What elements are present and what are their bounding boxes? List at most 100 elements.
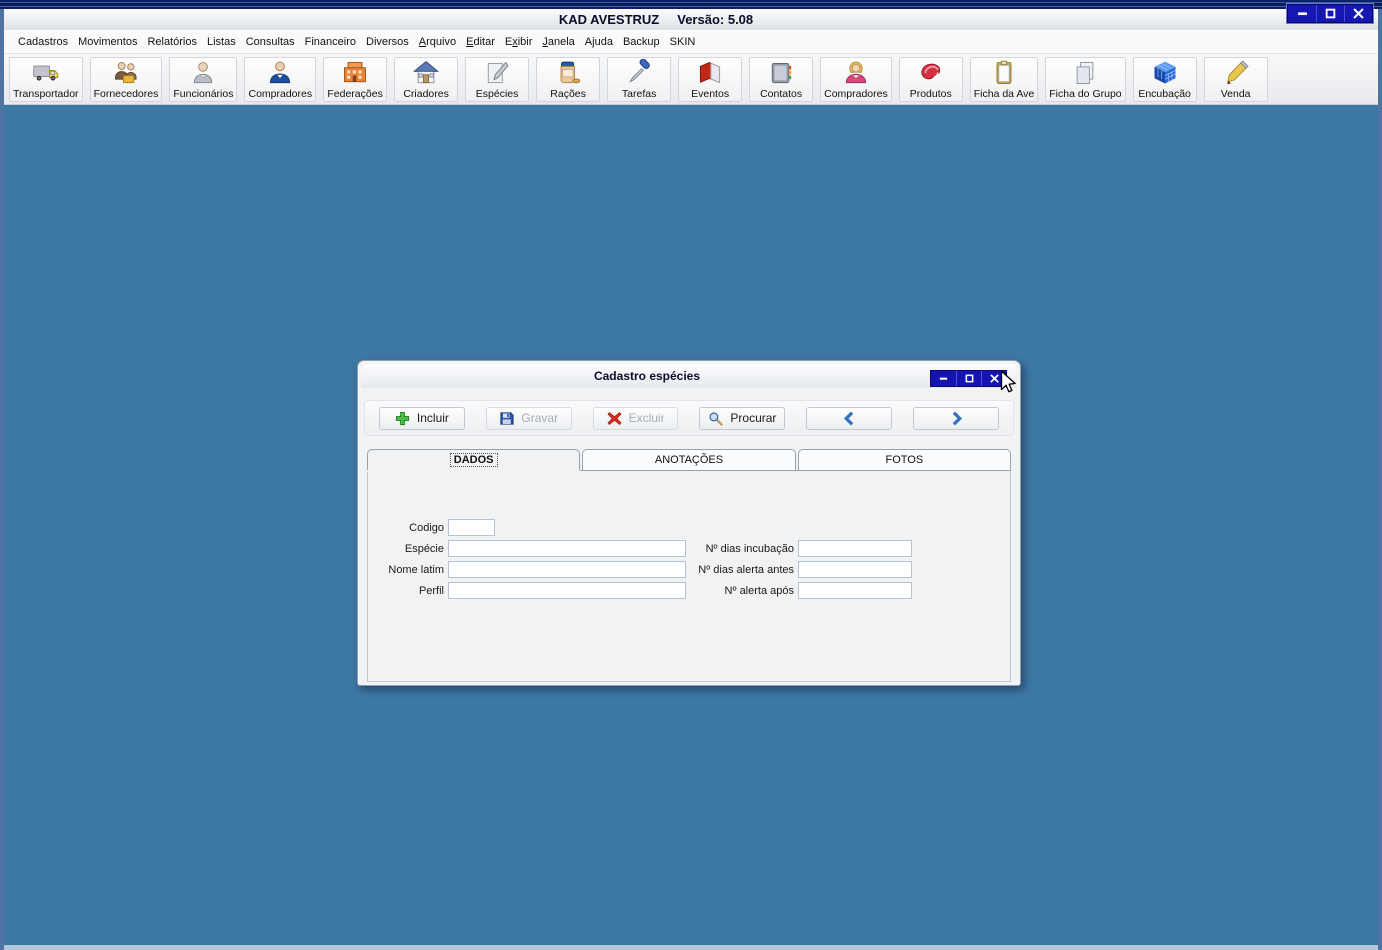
toolbar-button-venda-label: Venda (1220, 87, 1251, 100)
n-alerta-apos-row: Nº alerta após (690, 582, 912, 599)
toolbar-button-ficha-do-grupo[interactable]: Ficha do Grupo (1045, 56, 1126, 102)
toolbar-button-produtos[interactable]: Produtos (898, 56, 963, 102)
toolbar-button-contatos[interactable]: Contatos (749, 56, 814, 102)
menu-item-consultas[interactable]: Consultas (241, 33, 300, 51)
toolbar-button-racoes[interactable]: Rações (536, 56, 601, 102)
menu-item-listas[interactable]: Listas (202, 33, 241, 51)
toolbar-button-especies[interactable]: Espécies (465, 56, 530, 102)
suppliers-people-icon (112, 59, 140, 87)
toolbar-button-funcionarios-label: Funcionários (173, 87, 234, 100)
species-notepad-icon (483, 59, 511, 87)
mouse-cursor (995, 369, 1021, 395)
n-dias-incubacao-row: Nº dias incubação (690, 540, 912, 557)
tasks-screwdriver-icon (625, 58, 653, 87)
toolbar-button-transportador-label: Transportador (13, 87, 79, 100)
n-dias-alerta-antes-label: Nº dias alerta antes (698, 563, 794, 576)
toolbar-button-eventos-label: Eventos (691, 87, 730, 100)
minimize-icon (939, 374, 948, 383)
window-maximize-button[interactable] (1316, 5, 1344, 22)
menu-item-exibir[interactable]: Exibir (500, 33, 538, 51)
toolbar-button-ficha-da-ave[interactable]: Ficha da Ave (969, 56, 1039, 102)
dialog-minimize-button[interactable] (931, 371, 956, 386)
buyer-woman-icon (842, 59, 870, 87)
breeder-house-icon (412, 59, 440, 87)
toolbar-button-compradores[interactable]: Compradores (244, 56, 317, 102)
window-controls (1287, 4, 1373, 23)
nome-latim-input[interactable] (448, 561, 686, 578)
app-title: KAD AVESTRUZ (558, 12, 660, 27)
dialog-tab-panel-dados: Codigo Espécie Nome latim Perfil Nº dias in… (367, 470, 1011, 682)
dialog-maximize-button[interactable] (956, 371, 981, 386)
employee-person-icon (189, 59, 217, 87)
menu-item-movimentos[interactable]: Movimentos (73, 33, 142, 51)
next-record-button[interactable] (913, 406, 999, 430)
toolbar-button-transportador[interactable]: Transportador (9, 56, 83, 102)
tab-anotacoes[interactable]: ANOTAÇÕES (582, 449, 796, 470)
perfil-input[interactable] (448, 582, 686, 599)
toolbar-button-criadores-label: Criadores (403, 87, 449, 100)
toolbar-button-tarefas[interactable]: Tarefas (607, 56, 672, 102)
gravar-button[interactable]: Gravar (485, 406, 572, 430)
save-disk-icon (499, 411, 514, 426)
menu-item-editar[interactable]: Editar (461, 33, 500, 51)
add-plus-icon (395, 411, 410, 426)
toolbar-button-fornecedores[interactable]: Fornecedores (89, 56, 163, 102)
app-version: Versão: 5.08 (677, 12, 754, 27)
menu-item-cadastros[interactable]: Cadastros (13, 33, 73, 51)
excluir-button[interactable]: Excluir (592, 406, 679, 430)
group-record-pages-icon (1071, 59, 1099, 87)
menu-bar: Cadastros Movimentos Relatórios Listas Consu… (4, 30, 1378, 53)
especie-label: Espécie (404, 542, 444, 555)
window-minimize-button[interactable] (1288, 5, 1316, 22)
nome-latim-row: Nome latim (378, 561, 686, 578)
incluir-button[interactable]: Incluir (379, 406, 465, 430)
toolbar-button-encubacao-label: Encubação (1138, 87, 1191, 100)
federation-building-icon (341, 59, 369, 87)
perfil-label: Perfil (418, 584, 444, 597)
toolbar-button-compradores-2-label: Compradores (824, 87, 888, 100)
toolbar-button-ficha-da-ave-label: Ficha da Ave (973, 87, 1035, 100)
title-bar: KAD AVESTRUZ Versão: 5.08 (4, 9, 1378, 30)
menu-item-janela[interactable]: Janela (537, 33, 579, 51)
prev-record-button[interactable] (806, 406, 893, 430)
toolbar-button-venda[interactable]: Venda (1203, 56, 1268, 102)
next-arrow-icon (949, 411, 964, 426)
tab-fotos-label: FOTOS (885, 454, 924, 466)
truck-icon (32, 59, 60, 87)
n-dias-alerta-antes-row: Nº dias alerta antes (690, 561, 912, 578)
menu-item-diversos[interactable]: Diversos (361, 33, 414, 51)
window-close-button[interactable] (1344, 5, 1372, 22)
window-top-border (0, 0, 1382, 9)
toolbar-button-encubacao[interactable]: Encubação (1132, 56, 1197, 102)
toolbar-button-criadores[interactable]: Criadores (394, 56, 459, 102)
n-alerta-apos-input[interactable] (798, 582, 912, 599)
procurar-button[interactable]: Procurar (699, 406, 786, 430)
menu-item-ajuda[interactable]: Ajuda (580, 33, 618, 51)
menu-item-arquivo[interactable]: Arquivo (414, 33, 461, 51)
codigo-input[interactable] (448, 519, 495, 536)
dialog-title-bar[interactable]: Cadastro espécies (361, 364, 1017, 388)
toolbar-button-compradores-label: Compradores (248, 87, 313, 100)
tab-dados[interactable]: DADOS (367, 449, 581, 470)
feed-jar-icon (554, 59, 582, 87)
toolbar-button-funcionarios[interactable]: Funcionários (169, 56, 238, 102)
n-dias-alerta-antes-input[interactable] (798, 561, 912, 578)
application-window: KAD AVESTRUZ Versão: 5.08 Cadastros Movim… (0, 0, 1382, 950)
toolbar-button-compradores-2[interactable]: Compradores (820, 56, 892, 102)
tab-dados-label: DADOS (449, 453, 498, 467)
menu-item-financeiro[interactable]: Financeiro (300, 33, 361, 51)
codigo-row: Codigo (378, 519, 686, 536)
menu-item-backup[interactable]: Backup (618, 33, 665, 51)
excluir-button-label: Excluir (628, 411, 665, 425)
especie-input[interactable] (448, 540, 686, 557)
menu-item-relatorios[interactable]: Relatórios (142, 33, 202, 51)
toolbar-button-eventos[interactable]: Eventos (678, 56, 743, 102)
toolbar-button-racoes-label: Rações (550, 87, 586, 100)
tab-fotos[interactable]: FOTOS (797, 449, 1011, 470)
buyer-person-icon (266, 59, 294, 87)
perfil-row: Perfil (378, 582, 686, 599)
toolbar-button-federacoes[interactable]: Federações (323, 56, 388, 102)
menu-item-skin[interactable]: SKIN (665, 33, 701, 51)
close-icon (1353, 8, 1364, 19)
n-dias-incubacao-input[interactable] (798, 540, 912, 557)
